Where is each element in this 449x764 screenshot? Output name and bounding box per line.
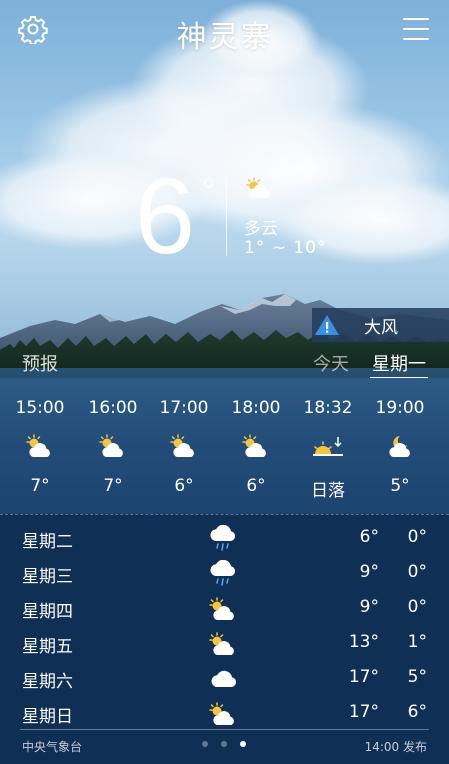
hourly-sunset-label: 日落 bbox=[311, 481, 345, 501]
daily-day: 星期四 bbox=[22, 602, 73, 622]
hero-background: 神灵寨 6 ° 多云 1° ~ 10° 大风 预报 今天 星期一 bbox=[0, 0, 449, 378]
forecast-tabs: 预报 今天 星期一 bbox=[0, 350, 449, 378]
partly-cloudy-icon bbox=[170, 434, 194, 457]
daily-low: 6° bbox=[407, 702, 427, 722]
current-condition: 多云 bbox=[244, 219, 278, 239]
page-dot-active[interactable] bbox=[240, 741, 246, 747]
hourly-temp: 5° bbox=[390, 476, 410, 496]
daily-high: 6° bbox=[359, 527, 379, 547]
hourly-temp: 7° bbox=[30, 476, 50, 496]
daily-row[interactable]: 星期日 17° 6° bbox=[0, 696, 449, 731]
page-dot[interactable] bbox=[202, 741, 208, 747]
daily-row[interactable]: 星期二 6° 0° bbox=[0, 521, 449, 556]
daily-forecast: 星期二 6° 0° 星期三 9° 0° 星期四 9° 0° 星期五 13° 1°… bbox=[0, 515, 449, 764]
publish-time: 14:00 发布 bbox=[364, 740, 427, 754]
tab-forecast[interactable]: 预报 bbox=[22, 350, 58, 376]
hourly-time: 18:32 bbox=[303, 398, 353, 418]
daily-row[interactable]: 星期五 13° 1° bbox=[0, 626, 449, 661]
weather-app: 神灵寨 6 ° 多云 1° ~ 10° 大风 预报 今天 星期一 15:00 7… bbox=[0, 0, 449, 764]
city-title[interactable]: 神灵寨 bbox=[0, 12, 449, 56]
current-degree-symbol: ° bbox=[200, 172, 217, 212]
hourly-time: 18:00 bbox=[231, 398, 281, 418]
partly-cloudy-icon bbox=[99, 434, 123, 457]
hourly-temp: 7° bbox=[103, 476, 123, 496]
daily-row[interactable]: 星期三 9° 0° bbox=[0, 556, 449, 591]
tab-selected-day[interactable]: 星期一 bbox=[372, 350, 426, 376]
hamburger-menu-icon[interactable] bbox=[403, 18, 429, 40]
daily-row[interactable]: 星期六 17° 5° bbox=[0, 661, 449, 696]
page-dot[interactable] bbox=[221, 741, 227, 747]
daily-low: 1° bbox=[407, 632, 427, 652]
alert-label: 大风 bbox=[364, 317, 398, 338]
top-bar: 神灵寨 bbox=[0, 0, 449, 62]
page-indicator[interactable] bbox=[202, 741, 248, 749]
current-divider bbox=[226, 178, 227, 256]
warning-icon bbox=[315, 315, 339, 335]
daily-low: 0° bbox=[407, 527, 427, 547]
rain-icon bbox=[210, 525, 236, 551]
daily-day: 星期三 bbox=[22, 567, 73, 587]
daily-row[interactable]: 星期四 9° 0° bbox=[0, 591, 449, 626]
hourly-forecast[interactable]: 15:00 7° 16:00 7° 17:00 6° 18:00 6° 18:3… bbox=[0, 378, 449, 514]
hourly-time: 16:00 bbox=[88, 398, 138, 418]
daily-day: 星期二 bbox=[22, 532, 73, 552]
cloudy-icon bbox=[211, 670, 237, 687]
partly-cloudy-icon bbox=[246, 177, 270, 198]
daily-high: 17° bbox=[348, 667, 379, 687]
current-temperature: 6 bbox=[135, 155, 195, 276]
rain-icon bbox=[210, 560, 236, 586]
partly-cloudy-icon bbox=[209, 632, 234, 655]
daily-high: 13° bbox=[348, 632, 379, 652]
daily-day: 星期六 bbox=[22, 672, 73, 692]
weather-alert[interactable]: 大风 bbox=[312, 308, 449, 342]
partly-cloudy-icon bbox=[209, 597, 234, 620]
hourly-temp: 6° bbox=[246, 476, 266, 496]
daily-low: 0° bbox=[407, 562, 427, 582]
hourly-time: 19:00 bbox=[375, 398, 425, 418]
daily-day: 星期五 bbox=[22, 637, 73, 657]
partly-cloudy-icon bbox=[209, 702, 234, 725]
hourly-time: 15:00 bbox=[15, 398, 65, 418]
daily-low: 5° bbox=[407, 667, 427, 687]
daily-high: 9° bbox=[359, 597, 379, 617]
hourly-temp: 6° bbox=[174, 476, 194, 496]
daily-low: 0° bbox=[407, 597, 427, 617]
daily-day: 星期日 bbox=[22, 707, 73, 727]
hourly-time: 17:00 bbox=[159, 398, 209, 418]
partly-cloudy-icon bbox=[242, 434, 266, 457]
daily-high: 17° bbox=[348, 702, 379, 722]
data-source: 中央气象台 bbox=[22, 740, 83, 754]
tab-today[interactable]: 今天 bbox=[313, 350, 349, 376]
sunset-icon bbox=[313, 437, 343, 456]
daily-high: 9° bbox=[359, 562, 379, 582]
partly-cloudy-icon bbox=[26, 434, 50, 457]
current-range: 1° ~ 10° bbox=[244, 238, 327, 258]
footer-divider bbox=[20, 729, 429, 730]
moon-cloudy-icon bbox=[389, 436, 410, 457]
